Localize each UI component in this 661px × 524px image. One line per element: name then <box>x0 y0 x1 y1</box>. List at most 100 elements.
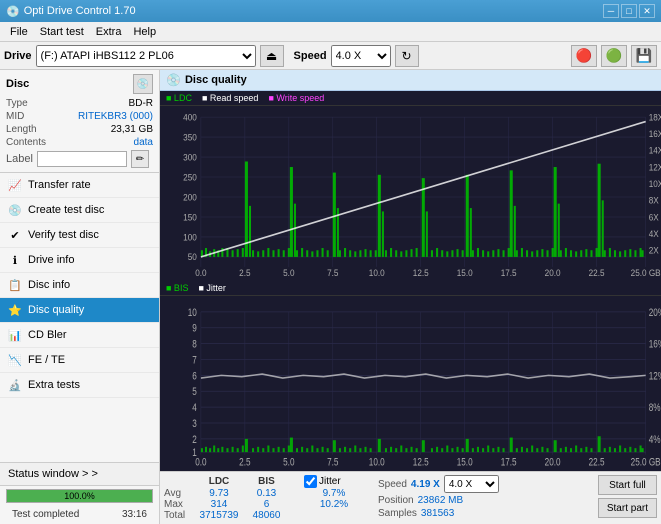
status-text: Test completed <box>6 507 85 523</box>
nav-disc-quality[interactable]: ⭐ Disc quality <box>0 298 159 323</box>
menu-start-test[interactable]: Start test <box>34 24 90 40</box>
svg-text:100: 100 <box>183 232 197 242</box>
svg-text:350: 350 <box>183 132 197 142</box>
progress-bar-container: 100.0% <box>6 489 153 503</box>
svg-text:0.0: 0.0 <box>195 267 207 277</box>
disc-length-row: Length 23,31 GB <box>6 124 153 135</box>
svg-text:8X: 8X <box>649 195 659 205</box>
nav-disc-info[interactable]: 📋 Disc info <box>0 273 159 298</box>
total-label: Total <box>164 510 194 521</box>
menu-extra[interactable]: Extra <box>90 24 128 40</box>
nav-cd-bler-label: CD Bler <box>28 329 67 341</box>
svg-text:10.0: 10.0 <box>369 267 385 277</box>
bis-col-header: BIS <box>244 475 289 488</box>
position-row: Position 23862 MB <box>378 495 499 506</box>
contents-value: data <box>134 137 153 148</box>
stats-area: LDC BIS Jitter <box>160 471 661 524</box>
menu-bar: File Start test Extra Help <box>0 22 661 42</box>
speed-select-stats[interactable]: 4.0 X <box>444 475 499 493</box>
disc-section: Disc 💿 Type BD-R MID RITEKBR3 (000) Leng… <box>0 70 159 173</box>
nav-fe-te-label: FE / TE <box>28 354 65 366</box>
svg-text:10: 10 <box>188 307 197 319</box>
nav-transfer-rate[interactable]: 📈 Transfer rate <box>0 173 159 198</box>
svg-text:12X: 12X <box>649 162 661 172</box>
nav-create-disc-label: Create test disc <box>28 204 104 216</box>
menu-file[interactable]: File <box>4 24 34 40</box>
refresh-button[interactable]: ↻ <box>395 45 419 67</box>
jitter-checkbox[interactable] <box>304 475 317 488</box>
svg-text:17.5: 17.5 <box>501 267 517 277</box>
total-bis: 48060 <box>244 510 289 521</box>
transfer-rate-icon: 📈 <box>8 178 22 192</box>
label-input[interactable] <box>37 151 127 167</box>
svg-text:0.0: 0.0 <box>195 456 206 468</box>
maximize-button[interactable]: □ <box>621 4 637 18</box>
title-bar: 💿 Opti Drive Control 1.70 ─ □ ✕ <box>0 0 661 22</box>
close-button[interactable]: ✕ <box>639 4 655 18</box>
drive-select[interactable]: (F:) ATAPI iHBS112 2 PL06 <box>36 45 256 67</box>
svg-text:5.0: 5.0 <box>283 267 295 277</box>
chart-panel-header: 💿 Disc quality <box>160 70 661 91</box>
start-part-button[interactable]: Start part <box>598 498 657 518</box>
ldc-chart-svg: 400 350 300 250 200 150 100 50 18X 16X 1… <box>160 106 661 278</box>
svg-text:2: 2 <box>192 434 197 446</box>
svg-text:25.0 GB: 25.0 GB <box>631 456 661 468</box>
app-title: Opti Drive Control 1.70 <box>24 5 136 17</box>
ldc-chart: ■ LDC ■ Read speed ■ Write speed <box>160 91 661 281</box>
disc-icon-btn[interactable]: 💿 <box>133 74 153 94</box>
start-full-button[interactable]: Start full <box>598 475 657 495</box>
svg-text:12%: 12% <box>649 370 661 382</box>
position-value: 23862 MB <box>418 495 464 506</box>
svg-text:22.5: 22.5 <box>589 456 605 468</box>
total-ldc: 3715739 <box>194 510 244 521</box>
menu-help[interactable]: Help <box>127 24 162 40</box>
nav-extra-tests[interactable]: 🔬 Extra tests <box>0 373 159 398</box>
svg-text:20.0: 20.0 <box>545 456 561 468</box>
toolbar-btn-2[interactable]: 🟢 <box>601 45 627 67</box>
speed-value: 4.19 X <box>411 479 440 490</box>
toolbar-btn-3[interactable]: 💾 <box>631 45 657 67</box>
svg-text:20.0: 20.0 <box>545 267 561 277</box>
svg-text:8: 8 <box>192 339 197 351</box>
label-edit-button[interactable]: ✏ <box>131 150 149 168</box>
progress-bar: 100.0% <box>7 490 152 502</box>
svg-text:4%: 4% <box>649 434 661 446</box>
panel-icon: 💿 <box>166 73 181 87</box>
drive-toolbar: Drive (F:) ATAPI iHBS112 2 PL06 ⏏ Speed … <box>0 42 661 70</box>
svg-text:17.5: 17.5 <box>501 456 517 468</box>
svg-text:22.5: 22.5 <box>589 267 605 277</box>
jitter-checkbox-label[interactable]: Jitter <box>304 475 364 488</box>
mid-value: RITEKBR3 (000) <box>78 111 153 122</box>
status-window-button[interactable]: Status window > > <box>0 463 159 486</box>
nav-fe-te[interactable]: 📉 FE / TE <box>0 348 159 373</box>
nav-drive-info[interactable]: ℹ Drive info <box>0 248 159 273</box>
svg-text:14X: 14X <box>649 145 661 155</box>
speed-label: Speed <box>294 50 327 62</box>
svg-text:4X: 4X <box>649 229 659 239</box>
total-row: Total 3715739 48060 <box>164 510 364 521</box>
nav-cd-bler[interactable]: 📊 CD Bler <box>0 323 159 348</box>
title-bar-left: 💿 Opti Drive Control 1.70 <box>6 5 136 18</box>
title-bar-buttons: ─ □ ✕ <box>603 4 655 18</box>
svg-text:2X: 2X <box>649 245 659 255</box>
svg-text:300: 300 <box>183 152 197 162</box>
svg-text:2.5: 2.5 <box>239 267 251 277</box>
svg-text:15.0: 15.0 <box>457 267 473 277</box>
speed-select[interactable]: 4.0 X <box>331 45 391 67</box>
svg-text:50: 50 <box>188 252 197 262</box>
svg-text:9: 9 <box>192 323 197 335</box>
nav-create-test-disc[interactable]: 💿 Create test disc <box>0 198 159 223</box>
disc-info-icon: 📋 <box>8 278 22 292</box>
nav-verify-test-disc[interactable]: ✔ Verify test disc <box>0 223 159 248</box>
disc-title: Disc <box>6 78 29 90</box>
avg-ldc: 9.73 <box>194 488 244 499</box>
type-label: Type <box>6 98 28 109</box>
mid-label: MID <box>6 111 24 122</box>
eject-button[interactable]: ⏏ <box>260 45 284 67</box>
minimize-button[interactable]: ─ <box>603 4 619 18</box>
max-ldc: 314 <box>194 499 244 510</box>
nav-transfer-rate-label: Transfer rate <box>28 179 91 191</box>
ldc-col-header: LDC <box>194 475 244 488</box>
svg-text:12.5: 12.5 <box>413 456 429 468</box>
toolbar-btn-1[interactable]: 🔴 <box>571 45 597 67</box>
